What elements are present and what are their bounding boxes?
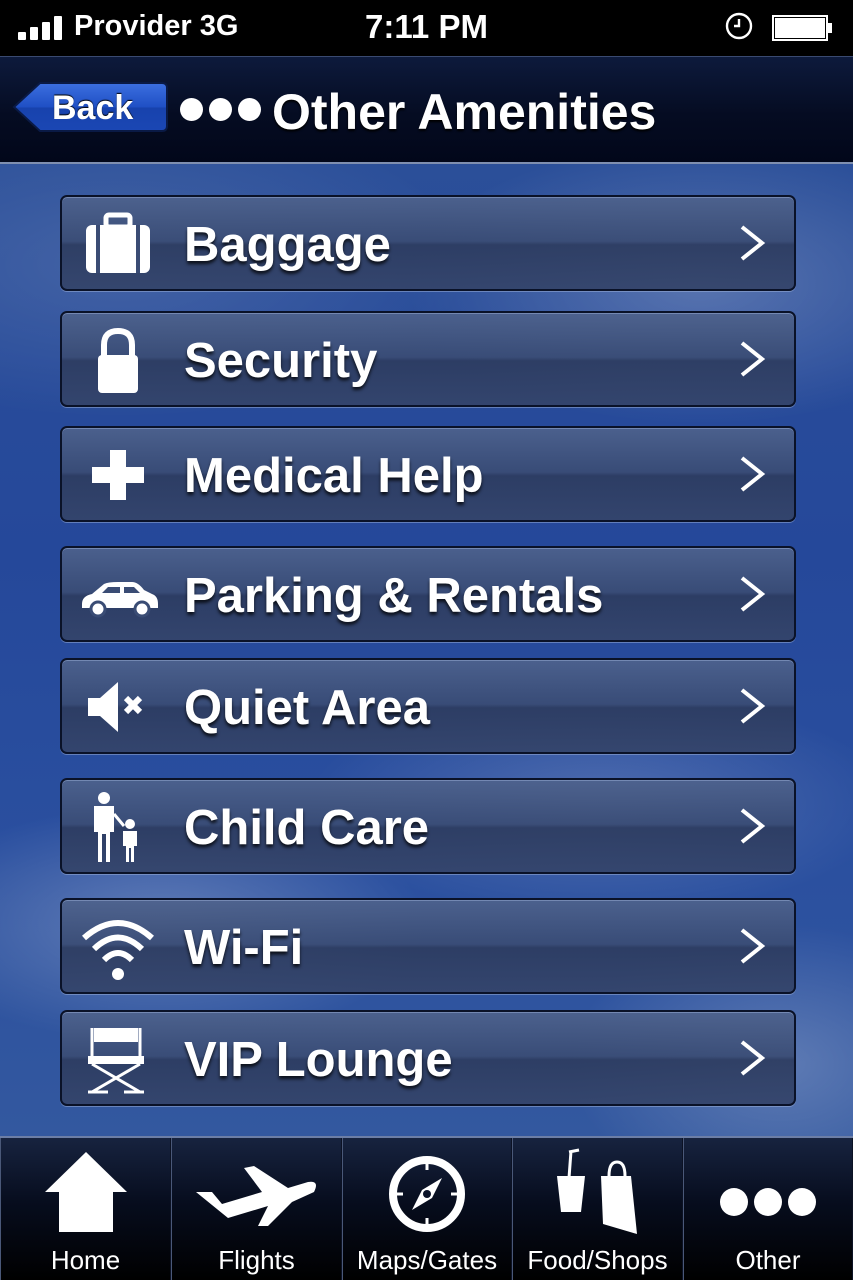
chevron-right-icon <box>740 341 766 377</box>
tab-other[interactable]: Other <box>683 1138 853 1280</box>
menu-item-label: VIP Lounge <box>184 1033 453 1087</box>
airplane-icon <box>172 1148 341 1240</box>
more-dots-icon <box>180 98 267 126</box>
page-title: Other Amenities <box>272 84 657 140</box>
tab-flights[interactable]: Flights <box>171 1138 342 1280</box>
tab-maps-gates[interactable]: Maps/Gates <box>342 1138 512 1280</box>
compass-icon <box>343 1148 511 1240</box>
chevron-right-icon <box>740 688 766 724</box>
back-button-label: Back <box>52 89 134 127</box>
briefcase-icon <box>78 209 158 279</box>
battery-icon <box>772 15 832 41</box>
menu-item-label: Baggage <box>184 218 391 272</box>
tab-label: Other <box>735 1245 801 1275</box>
menu-item-label: Quiet Area <box>184 681 430 735</box>
menu-item-label: Security <box>184 334 378 388</box>
tab-bar: Home Flights Maps/Gates Food/Shops Other <box>0 1136 853 1280</box>
navigation-bar: Back Other Amenities <box>0 56 853 164</box>
car-icon <box>78 560 158 630</box>
directors-chair-icon <box>78 1024 158 1094</box>
tab-label: Maps/Gates <box>356 1245 498 1275</box>
chevron-right-icon <box>740 928 766 964</box>
menu-item-parking-rentals[interactable]: Parking & Rentals <box>60 546 796 642</box>
menu-item-label: Wi-Fi <box>184 921 304 975</box>
menu-item-label: Child Care <box>184 801 430 855</box>
menu-item-label: Parking & Rentals <box>184 569 604 623</box>
chevron-right-icon <box>740 225 766 261</box>
tab-label: Food/Shops <box>527 1245 668 1275</box>
chevron-right-icon <box>740 1040 766 1076</box>
menu-item-child-care[interactable]: Child Care <box>60 778 796 874</box>
menu-item-security[interactable]: Security <box>60 311 796 407</box>
status-bar: Provider 3G 7:11 PM <box>0 0 853 56</box>
menu-item-medical-help[interactable]: Medical Help <box>60 426 796 522</box>
drink-and-bag-icon <box>513 1148 682 1240</box>
tab-label: Flights <box>218 1245 295 1275</box>
chevron-right-icon <box>740 576 766 612</box>
medical-cross-icon <box>78 440 158 510</box>
home-icon <box>1 1148 170 1240</box>
menu-item-vip-lounge[interactable]: VIP Lounge <box>60 1010 796 1106</box>
parent-child-icon <box>78 792 158 862</box>
tab-food-shops[interactable]: Food/Shops <box>512 1138 683 1280</box>
wifi-icon <box>78 912 158 982</box>
menu-item-wi-fi[interactable]: Wi-Fi <box>60 898 796 994</box>
chevron-right-icon <box>740 808 766 844</box>
amenities-list: Baggage Security Medical Help Parking & … <box>0 164 853 1136</box>
menu-item-baggage[interactable]: Baggage <box>60 195 796 291</box>
alarm-clock-icon <box>725 12 753 40</box>
tab-label: Home <box>50 1245 121 1275</box>
menu-item-quiet-area[interactable]: Quiet Area <box>60 658 796 754</box>
lock-icon <box>78 325 158 395</box>
tab-home[interactable]: Home <box>0 1138 171 1280</box>
back-button[interactable]: Back <box>12 81 168 133</box>
menu-item-label: Medical Help <box>184 449 484 503</box>
more-dots-icon <box>684 1148 852 1240</box>
speaker-mute-icon <box>78 672 158 742</box>
chevron-right-icon <box>740 456 766 492</box>
